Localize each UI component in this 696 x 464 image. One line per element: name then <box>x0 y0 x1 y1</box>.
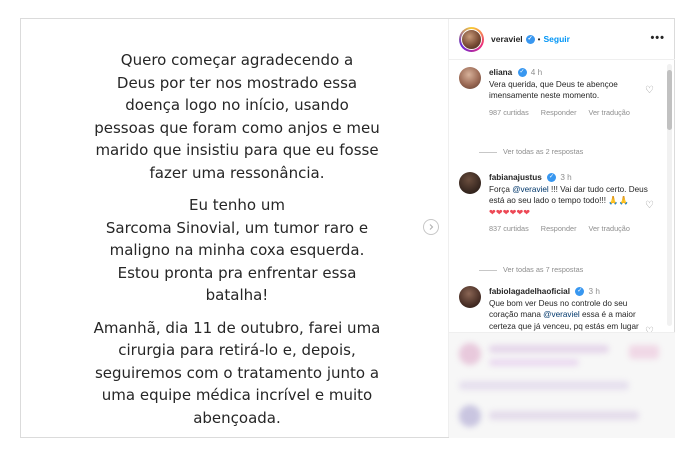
scrollbar-thumb[interactable] <box>667 70 672 130</box>
avatar[interactable] <box>459 67 481 89</box>
story-ring[interactable] <box>459 26 484 52</box>
blurred-text <box>489 359 579 366</box>
comment-time: 3 h <box>588 287 600 296</box>
avatar[interactable] <box>459 286 481 308</box>
blurred-text <box>489 411 639 420</box>
comment-text: Vera querida, que Deus te abençoe imensa… <box>489 79 618 101</box>
comment-username[interactable]: fabianajustus <box>489 173 542 182</box>
divider <box>479 269 497 271</box>
blurred-text <box>629 345 659 359</box>
separator-dot: • <box>537 34 541 44</box>
verified-icon: ✓ <box>525 35 535 45</box>
comment-username[interactable]: eliana <box>489 68 512 77</box>
comment-text-prefix: Força <box>489 184 513 194</box>
heart-icon[interactable]: ♡ <box>645 85 654 96</box>
comment-meta: 987 curtidas Responder Ver tradução <box>489 107 649 119</box>
likes-count[interactable]: 837 curtidas <box>489 224 529 233</box>
post-header: veraviel ✓ • Seguir ••• <box>449 19 675 60</box>
view-replies[interactable]: Ver todas as 2 respostas <box>479 147 583 156</box>
post-image[interactable]: Quero começar agradecendo a Deus por ter… <box>21 19 449 437</box>
blurred-avatar <box>459 343 481 365</box>
reply-button[interactable]: Responder <box>541 108 577 117</box>
translate-button[interactable]: Ver tradução <box>589 224 630 233</box>
chevron-right-icon <box>429 224 434 230</box>
likes-count[interactable]: 987 curtidas <box>489 108 529 117</box>
post-paragraph-2: Eu tenho um Sarcoma Sinovial, um tumor r… <box>105 196 369 304</box>
next-slide-button[interactable] <box>423 219 439 235</box>
follow-button[interactable]: Seguir <box>543 34 569 44</box>
verified-icon: ✓ <box>575 287 585 297</box>
comment-meta: 837 curtidas Responder Ver tradução <box>489 223 649 235</box>
reply-button[interactable]: Responder <box>541 224 577 233</box>
comment-body: eliana ✓ 4 h Vera querida, que Deus te a… <box>489 67 649 118</box>
more-icon[interactable]: ••• <box>650 32 665 44</box>
comment-body: fabiolagadelhaoficial ✓ 3 h Que bom ver … <box>489 286 649 332</box>
post-paragraph-1: Quero começar agradecendo a Deus por ter… <box>94 51 380 182</box>
blurred-avatar <box>459 405 481 427</box>
post-paragraph-3: Amanhã, dia 11 de outubro, farei uma cir… <box>93 318 381 427</box>
comment-time: 4 h <box>530 68 543 77</box>
comments-panel: veraviel ✓ • Seguir ••• eliana ✓ 4 h Vera… <box>449 19 675 438</box>
avatar[interactable] <box>459 172 481 194</box>
blurred-text <box>489 345 609 353</box>
comment-time: 3 h <box>560 173 572 182</box>
avatar <box>461 28 482 50</box>
post-modal: Quero começar agradecendo a Deus por ter… <box>20 18 675 438</box>
comment-body: fabianajustus ✓ 3 h Força @veraviel !!! … <box>489 172 649 235</box>
post-caption-image-text: Quero começar agradecendo a Deus por ter… <box>51 49 423 439</box>
translate-button[interactable]: Ver tradução <box>589 108 630 117</box>
blurred-actions-area <box>449 332 675 438</box>
heart-icon[interactable]: ♡ <box>645 200 654 211</box>
header-username[interactable]: veraviel ✓ <box>491 34 535 45</box>
verified-icon: ✓ <box>517 68 527 78</box>
mention-link[interactable]: @veraviel <box>512 185 549 194</box>
mention-link[interactable]: @veraviel <box>543 310 580 319</box>
verified-icon: ✓ <box>547 173 557 183</box>
view-replies[interactable]: Ver todas as 7 respostas <box>479 265 583 274</box>
comments-list[interactable]: eliana ✓ 4 h Vera querida, que Deus te a… <box>449 60 675 332</box>
hearts-emoji: ❤❤❤❤❤❤ <box>489 207 531 217</box>
divider <box>479 151 497 153</box>
comments-scrollbar[interactable] <box>667 64 672 326</box>
blurred-text <box>459 381 629 390</box>
comment-username[interactable]: fabiolagadelhaoficial <box>489 287 570 296</box>
